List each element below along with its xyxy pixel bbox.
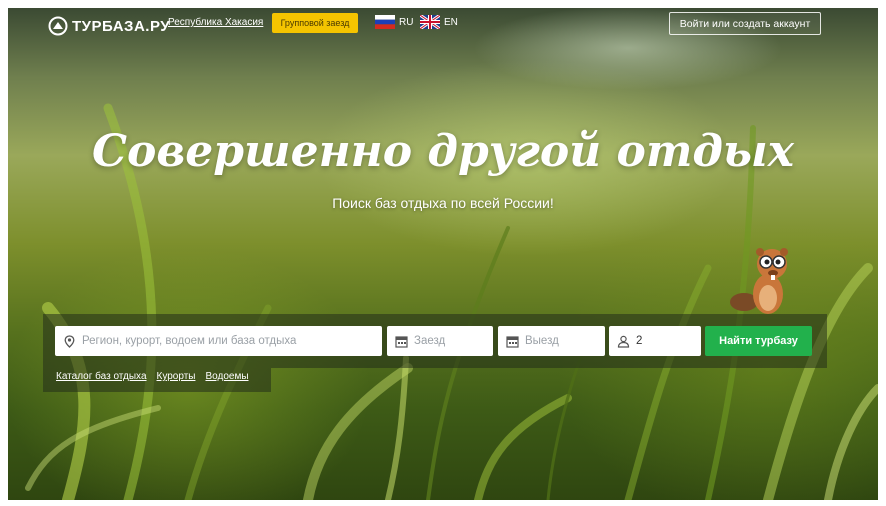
guests-input[interactable]: 2 [609, 326, 701, 356]
calendar-icon [395, 335, 408, 348]
quick-links: Каталог баз отдыха Курорты Водоемы [56, 371, 249, 382]
region-search-input[interactable]: Регион, курорт, водоем или база отдыха [55, 326, 382, 356]
beaver-mascot [730, 248, 788, 314]
catalog-link[interactable]: Каталог баз отдыха [56, 371, 147, 382]
hero-title: Совершенно другой отдых [92, 126, 794, 177]
waterbodies-link[interactable]: Водоемы [205, 371, 248, 382]
language-ru[interactable]: RU [375, 14, 413, 30]
hero-subtitle: Поиск баз отдыха по всей России! [332, 195, 554, 211]
checkin-date-input[interactable]: Заезд [387, 326, 493, 356]
resorts-link[interactable]: Курорты [157, 371, 196, 382]
guests-value: 2 [636, 335, 643, 347]
uk-flag-icon [420, 15, 440, 29]
top-header: ТУРБАЗА.РУ Республика Хакасия Групповой … [8, 8, 878, 48]
checkin-placeholder: Заезд [414, 335, 446, 347]
language-en-label: EN [444, 16, 458, 28]
region-link[interactable]: Республика Хакасия [168, 17, 263, 28]
checkout-date-input[interactable]: Выезд [498, 326, 605, 356]
site-logo[interactable]: ТУРБАЗА.РУ [48, 14, 170, 38]
logo-text: ТУРБАЗА.РУ [72, 17, 171, 35]
checkout-placeholder: Выезд [525, 335, 559, 347]
region-placeholder: Регион, курорт, водоем или база отдыха [82, 335, 297, 347]
hero-section: ТУРБАЗА.РУ Республика Хакасия Групповой … [8, 8, 878, 500]
logo-icon [48, 16, 68, 36]
login-button[interactable]: Войти или создать аккаунт [669, 12, 821, 35]
location-pin-icon [64, 334, 75, 348]
find-turbaza-button[interactable]: Найти турбазу [705, 326, 812, 356]
russia-flag-icon [375, 15, 395, 29]
person-icon [617, 335, 630, 348]
calendar-icon [506, 335, 519, 348]
language-en[interactable]: EN [420, 14, 458, 30]
group-booking-button[interactable]: Групповой заезд [272, 13, 358, 33]
language-ru-label: RU [399, 16, 414, 28]
